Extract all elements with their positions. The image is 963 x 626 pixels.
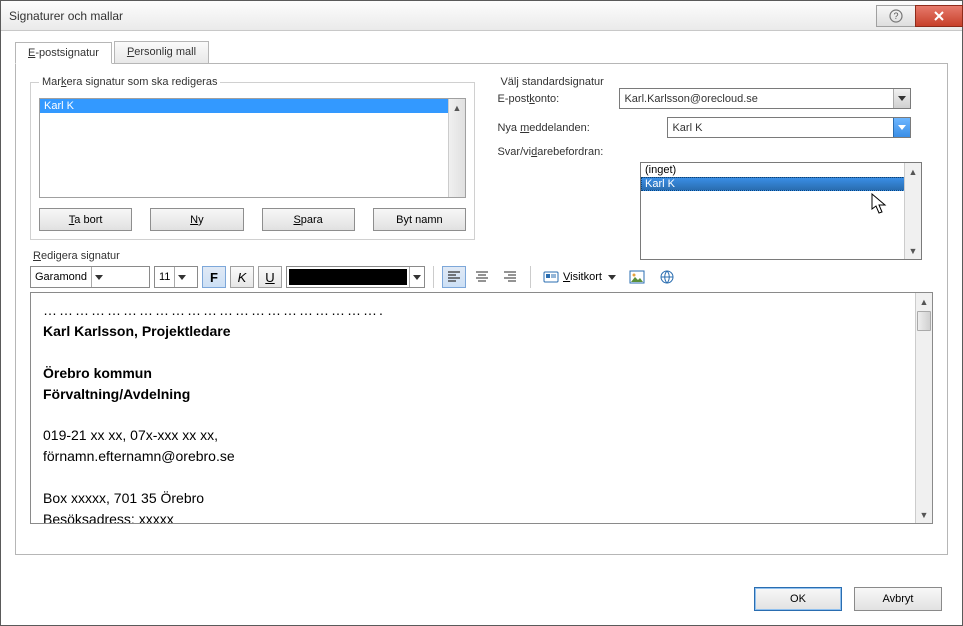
new-button[interactable]: Ny	[150, 208, 243, 231]
close-icon	[933, 10, 945, 22]
chevron-down-icon	[409, 267, 424, 287]
new-messages-value: Karl K	[668, 122, 893, 134]
insert-hyperlink-button[interactable]	[654, 266, 680, 288]
new-messages-combo[interactable]: Karl K	[667, 117, 911, 138]
chevron-down-icon	[608, 275, 616, 280]
editor-line: 019-21 xx xx, 07x-xxx xx xx,	[43, 426, 920, 445]
insert-picture-button[interactable]	[624, 266, 650, 288]
window-title: Signaturer och mallar	[1, 9, 876, 23]
scroll-up-icon: ▲	[449, 99, 465, 116]
align-center-icon	[474, 269, 490, 285]
account-value: Karl.Karlsson@orecloud.se	[620, 93, 893, 105]
account-label: E-postkonto:	[497, 93, 619, 105]
select-signature-legend: Markera signatur som ska redigeras	[39, 76, 220, 88]
align-right-button[interactable]	[498, 266, 522, 288]
chevron-down-icon	[174, 267, 189, 287]
signature-listbox[interactable]: Karl K ▲	[39, 98, 466, 198]
align-right-icon	[502, 269, 518, 285]
editor-toolbar: Garamond 11 F K U Visitkort	[30, 266, 933, 288]
chevron-down-icon	[91, 267, 106, 287]
font-combo[interactable]: Garamond	[30, 266, 150, 288]
business-card-button[interactable]: Visitkort	[539, 266, 620, 288]
default-signature-group: Välj standardsignatur E-postkonto: Karl.…	[489, 76, 919, 174]
tab-email-signature[interactable]: E-postsignatur	[15, 42, 112, 64]
card-icon	[543, 269, 559, 285]
save-button[interactable]: Spara	[262, 208, 355, 231]
globe-link-icon	[659, 269, 675, 285]
help-icon: ?	[888, 8, 904, 24]
scroll-down-icon: ▼	[916, 506, 932, 523]
align-center-button[interactable]	[470, 266, 494, 288]
mouse-cursor-icon	[871, 193, 889, 215]
list-item[interactable]: Karl K	[40, 99, 465, 113]
editor-line: Örebro kommun	[43, 365, 152, 381]
bold-button[interactable]: F	[202, 266, 226, 288]
tab-personal-template[interactable]: Personlig mall	[114, 41, 209, 63]
scroll-thumb[interactable]	[917, 311, 931, 331]
dropdown-item-karl[interactable]: Karl K	[641, 177, 921, 191]
italic-button[interactable]: K	[230, 266, 254, 288]
rename-button[interactable]: Byt namn	[373, 208, 466, 231]
help-button[interactable]: ?	[876, 5, 916, 27]
dropdown-item-none[interactable]: (inget)	[641, 163, 921, 177]
titlebar: Signaturer och mallar ?	[1, 1, 962, 31]
editor-line: Box xxxxx, 701 35 Örebro	[43, 489, 920, 508]
scroll-up-icon: ▲	[916, 293, 932, 310]
tab-panel: Markera signatur som ska redigeras Karl …	[15, 63, 948, 555]
font-color-picker[interactable]	[286, 266, 425, 288]
underline-button[interactable]: U	[258, 266, 282, 288]
signature-editor[interactable]: ………………………………………………………. Karl Karlsson, Pr…	[30, 292, 933, 524]
tabstrip: E-postsignatur Personlig mall	[15, 41, 948, 63]
edit-signature-legend: Redigera signatur	[30, 250, 123, 262]
fontsize-combo[interactable]: 11	[154, 266, 198, 288]
account-combo[interactable]: Karl.Karlsson@orecloud.se	[619, 88, 911, 109]
scrollbar[interactable]: ▲ ▼	[904, 163, 921, 259]
scrollbar[interactable]: ▲	[448, 99, 465, 197]
color-swatch	[289, 269, 407, 285]
align-left-button[interactable]	[442, 266, 466, 288]
chevron-down-icon	[893, 89, 910, 108]
dialog-window: Signaturer och mallar ? E-postsignatur P…	[0, 0, 963, 626]
editor-line: Förvaltning/Avdelning	[43, 386, 190, 402]
default-signature-legend: Välj standardsignatur	[497, 76, 606, 88]
scroll-up-icon: ▲	[905, 163, 921, 180]
editor-line: Karl Karlsson, Projektledare	[43, 323, 231, 339]
edit-signature-group: Redigera signatur Garamond 11 F K U Vis	[30, 250, 933, 524]
cancel-button[interactable]: Avbryt	[854, 587, 942, 611]
scrollbar[interactable]: ▲ ▼	[915, 293, 932, 523]
new-messages-label: Nya meddelanden:	[497, 122, 667, 134]
align-left-icon	[446, 269, 462, 285]
dialog-footer: OK Avbryt	[754, 587, 942, 611]
delete-button[interactable]: Ta bort	[39, 208, 132, 231]
editor-line: förnamn.efternamn@orebro.se	[43, 447, 920, 466]
chevron-down-icon	[893, 118, 910, 137]
picture-icon	[629, 269, 645, 285]
scroll-down-icon: ▼	[905, 242, 921, 259]
close-button[interactable]	[915, 5, 963, 27]
reply-forward-label: Svar/vidarebefordran:	[497, 146, 667, 158]
editor-line: ……………………………………………………….	[43, 301, 920, 320]
svg-text:?: ?	[893, 11, 898, 21]
select-signature-group: Markera signatur som ska redigeras Karl …	[30, 76, 475, 240]
editor-line: Besöksadress: xxxxx	[43, 510, 920, 524]
ok-button[interactable]: OK	[754, 587, 842, 611]
